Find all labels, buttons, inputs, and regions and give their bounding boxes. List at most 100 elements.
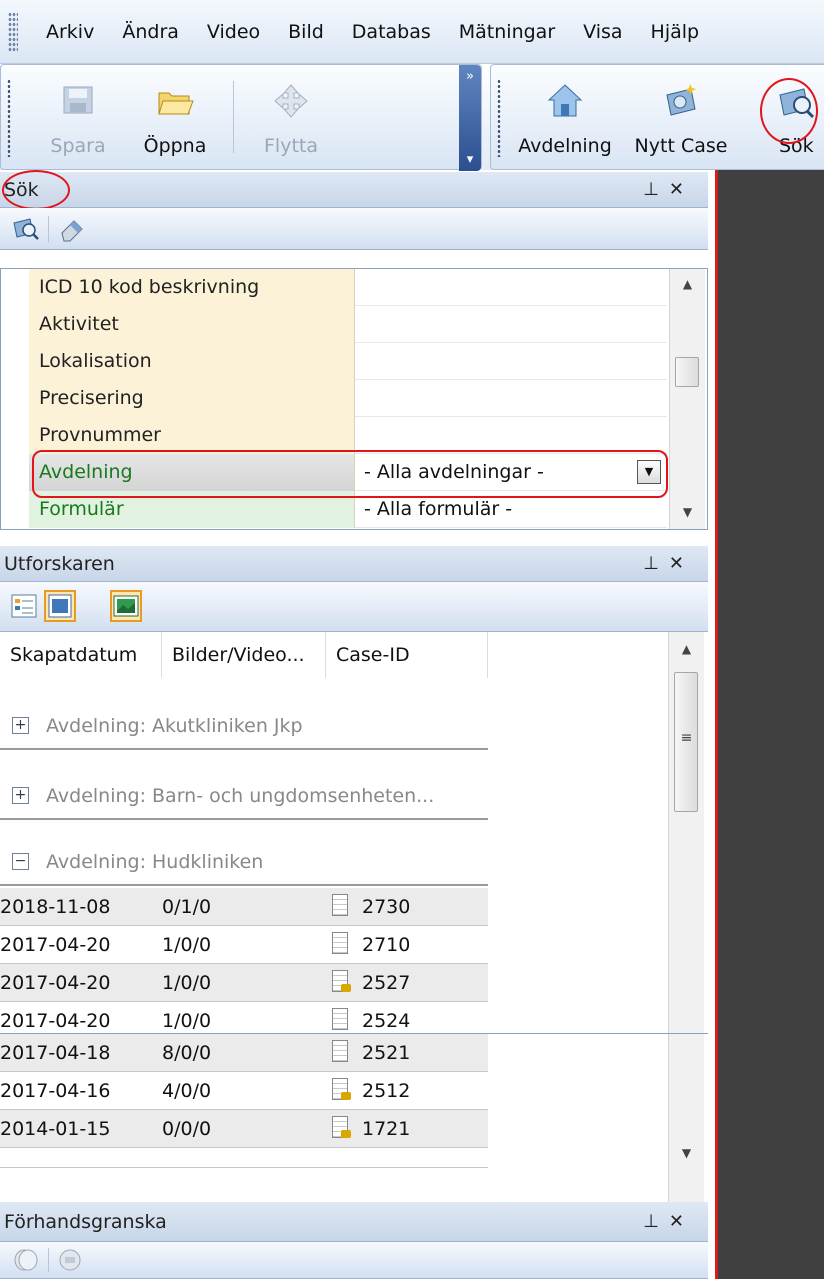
column-header-media[interactable]: Bilder/Video... [162, 632, 326, 678]
department-button[interactable]: Avdelning [509, 65, 621, 171]
tool-separator [48, 1248, 49, 1272]
pin-icon[interactable]: ⊥ [643, 179, 669, 200]
menu-video[interactable]: Video [193, 21, 274, 43]
scroll-down-icon[interactable]: ▼ [669, 1146, 704, 1160]
file-toolbar: Spara Öppna Flytta » ▾ [0, 64, 482, 171]
property-value[interactable] [356, 269, 667, 306]
table-row[interactable]: 2017-04-20 1/0/0 2710 [0, 926, 488, 964]
property-row-form[interactable]: Formulär - Alla formulär - [29, 491, 667, 528]
group-header[interactable]: + Avdelning: Barn- och ungdomsenheten... [0, 772, 488, 820]
close-icon[interactable]: ✕ [669, 1211, 694, 1232]
document-icon [332, 1006, 352, 1033]
property-value[interactable] [356, 417, 667, 454]
menu-andra[interactable]: Ändra [108, 21, 193, 43]
media-reel-icon[interactable] [12, 1246, 40, 1274]
cell-date: 2017-04-20 [0, 1010, 111, 1032]
property-row[interactable]: ICD 10 kod beskrivning [29, 269, 667, 306]
property-row-department[interactable]: Avdelning - Alla avdelningar - ▼ [29, 454, 667, 491]
locked-document-icon [332, 1114, 352, 1142]
cell-case-id: 2512 [362, 1080, 411, 1102]
toolbar-grip[interactable] [7, 79, 11, 157]
property-row[interactable]: Precisering [29, 380, 667, 417]
expand-icon[interactable]: + [12, 787, 29, 804]
property-value[interactable] [356, 306, 667, 343]
menu-visa[interactable]: Visa [569, 21, 636, 43]
property-value[interactable] [356, 343, 667, 380]
table-row-partial[interactable] [0, 1148, 488, 1168]
property-name: Provnummer [29, 417, 355, 454]
scroll-up-icon[interactable]: ▲ [670, 277, 705, 291]
scroll-up-icon[interactable]: ▲ [669, 642, 704, 656]
table-row[interactable]: 2017-04-16 4/0/0 2512 [0, 1072, 488, 1110]
menu-hjalp[interactable]: Hjälp [637, 21, 714, 43]
form-select-value[interactable]: - Alla formulär - [356, 491, 667, 528]
stop-icon[interactable] [56, 1246, 84, 1274]
pin-icon[interactable]: ⊥ [643, 1211, 669, 1232]
cell-media: 8/0/0 [162, 1042, 212, 1064]
menu-bar: Arkiv Ändra Video Bild Databas Mätningar… [0, 0, 824, 64]
property-value[interactable] [356, 380, 667, 417]
search-execute-icon[interactable] [12, 214, 40, 242]
property-row[interactable]: Provnummer [29, 417, 667, 454]
list-view-icon[interactable] [44, 590, 76, 622]
department-select-value[interactable]: - Alla avdelningar - [356, 454, 667, 491]
cell-date: 2017-04-20 [0, 934, 111, 956]
property-row[interactable]: Aktivitet [29, 306, 667, 343]
property-row[interactable]: Lokalisation [29, 343, 667, 380]
house-icon [545, 81, 585, 121]
preview-panel-header: Förhandsgranska ⊥✕ [0, 1202, 708, 1242]
menu-matningar[interactable]: Mätningar [445, 21, 569, 43]
scroll-thumb[interactable] [675, 357, 699, 387]
new-case-icon [661, 81, 701, 121]
property-name: Avdelning [29, 454, 355, 491]
menu-bild[interactable]: Bild [274, 21, 338, 43]
menu-databas[interactable]: Databas [338, 21, 445, 43]
group-header[interactable]: − Avdelning: Hudkliniken [0, 838, 488, 886]
explorer-scrollbar[interactable]: ▲ ≡ [668, 632, 704, 1033]
cell-case-id: 2527 [362, 972, 411, 994]
cell-date: 2017-04-16 [0, 1080, 111, 1102]
property-grid-scrollbar[interactable]: ▲ ▼ [669, 269, 705, 529]
close-icon[interactable]: ✕ [669, 179, 694, 200]
scroll-down-icon[interactable]: ▼ [670, 505, 705, 519]
menu-grip[interactable] [8, 11, 18, 52]
column-header-case-id[interactable]: Case-ID [326, 632, 488, 678]
column-header-created[interactable]: Skapatdatum [0, 632, 162, 678]
table-row[interactable]: 2017-04-20 1/0/0 2527 [0, 964, 488, 1002]
explorer-scrollbar-lower[interactable]: ▼ [668, 1034, 704, 1202]
menu-arkiv[interactable]: Arkiv [32, 21, 108, 43]
expand-icon[interactable]: + [12, 717, 29, 734]
property-name: Aktivitet [29, 306, 355, 343]
document-icon [332, 892, 352, 920]
cell-media: 1/0/0 [162, 1010, 212, 1032]
table-row[interactable]: 2014-01-15 0/0/0 1721 [0, 1110, 488, 1148]
folder-open-icon [155, 81, 195, 121]
cell-media: 4/0/0 [162, 1080, 212, 1102]
toolbar-overflow-button[interactable]: » ▾ [459, 65, 481, 171]
dropdown-arrow-icon[interactable]: ▼ [637, 460, 661, 484]
table-row[interactable]: 2017-04-20 1/0/0 2524 [0, 1002, 488, 1033]
group-label: Avdelning: Barn- och ungdomsenheten... [46, 785, 435, 807]
open-button[interactable]: Öppna [125, 65, 225, 171]
details-view-icon[interactable] [10, 592, 38, 620]
locked-document-icon [332, 1076, 352, 1104]
case-toolbar: Avdelning Nytt Case Sök [490, 64, 824, 170]
save-button[interactable]: Spara [31, 65, 125, 171]
move-button[interactable]: Flytta [241, 65, 341, 171]
new-case-button[interactable]: Nytt Case [623, 65, 739, 171]
close-icon[interactable]: ✕ [669, 553, 694, 574]
group-header[interactable]: + Avdelning: Akutkliniken Jkp [0, 702, 488, 750]
table-row[interactable]: 2017-04-18 8/0/0 2521 [0, 1034, 488, 1072]
thumbnail-view-icon[interactable] [110, 590, 142, 622]
eraser-icon[interactable] [58, 214, 86, 242]
chevron-down-icon: ▾ [466, 152, 474, 167]
cell-case-id: 2730 [362, 896, 411, 918]
collapse-icon[interactable]: − [12, 853, 29, 870]
tool-separator [48, 216, 49, 242]
cell-date: 2017-04-18 [0, 1042, 111, 1064]
search-button[interactable]: Sök [751, 65, 824, 171]
toolbar-grip[interactable] [497, 79, 501, 157]
table-row[interactable]: 2018-11-08 0/1/0 2730 [0, 888, 488, 926]
pin-icon[interactable]: ⊥ [643, 553, 669, 574]
explorer-toolbar [0, 582, 708, 632]
